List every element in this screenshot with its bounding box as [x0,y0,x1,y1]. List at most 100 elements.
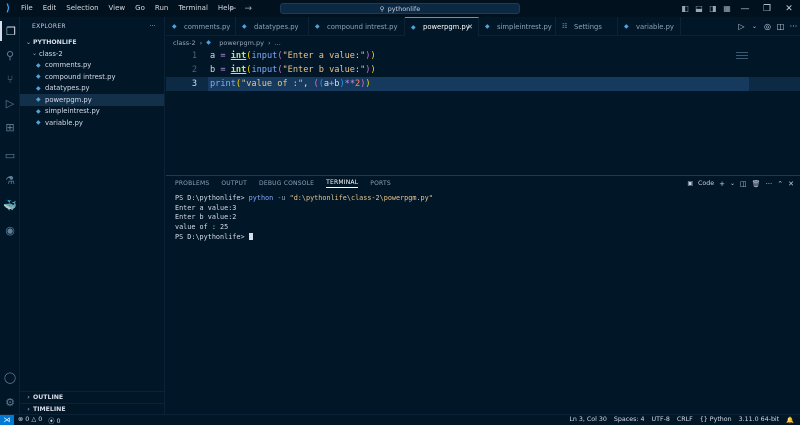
maximize-panel-icon[interactable]: ⌃ [777,180,783,188]
editor-tab-bar: ◆ comments.py ◆ datatypes.py ◆ compound … [166,17,800,36]
tab-debug-console[interactable]: DEBUG CONSOLE [259,180,314,187]
terminal-line: Enter a value:3 [175,203,237,212]
terminal-line: value of : 25 [175,223,229,232]
close-window-button[interactable]: ✕ [778,4,800,14]
breadcrumb-file[interactable]: powerpgm.py [219,39,264,47]
line-number: 2 [191,65,197,75]
chevron-right-icon: › [267,38,271,47]
split-terminal-icon[interactable]: ◫ [740,180,747,188]
customize-layout-icon[interactable]: ▦ [720,4,734,13]
more-actions-icon[interactable]: ··· [787,22,800,31]
file-item-selected[interactable]: ◆ powerpgm.py [20,94,164,106]
tab-label: datatypes.py [254,22,299,31]
explorer-icon[interactable]: ❐ [0,21,20,41]
menu-terminal[interactable]: Terminal [173,0,213,17]
menu-selection[interactable]: Selection [61,0,103,17]
run-dropdown-chevron-icon[interactable]: ⌄ [748,23,761,30]
maximize-button[interactable]: ❐ [756,4,778,14]
python-interpreter[interactable]: 3.11.0 64-bit [739,416,780,424]
trash-icon[interactable]: 🗑 [752,180,761,188]
close-panel-icon[interactable]: ✕ [788,180,794,188]
copilot-icon[interactable]: ◎ [761,22,774,31]
more-actions-icon[interactable]: ··· [149,23,156,30]
cursor-position[interactable]: Ln 3, Col 30 [569,416,607,424]
menu-edit[interactable]: Edit [38,0,62,17]
window-controls: ◧ ⬓ ◨ ▦ — ❐ ✕ [678,0,800,17]
python-file-icon: ◆ [315,23,320,30]
breadcrumb-folder[interactable]: class-2 [173,39,196,47]
python-file-icon: ◆ [172,23,177,30]
close-tab-icon[interactable]: ✕ [467,23,473,31]
extensions-icon[interactable]: ⊞ [0,117,20,137]
remote-explorer-icon[interactable]: ▭ [0,145,20,165]
terminal-line: Enter b value:2 [175,213,237,222]
testing-icon[interactable]: ⚗ [0,170,20,190]
tab-label: compound intrest.py [327,22,398,31]
command-center-search[interactable]: ⚲ pythonlife [280,3,520,14]
bottom-panel: PROBLEMS OUTPUT DEBUG CONSOLE TERMINAL P… [166,175,800,414]
nav-arrows: ← → [229,0,252,17]
tab-simpleintrest[interactable]: ◆ simpleintrest.py [479,17,556,36]
menu-view[interactable]: View [104,0,131,17]
ports-status[interactable]: ⦿ 0 [48,416,60,425]
explorer-sidebar: EXPLORER ··· ⌄ PYTHONLIFE ⌄ class-2 ◆ co… [20,17,165,414]
source-control-icon[interactable]: ⑂ [0,69,20,89]
new-terminal-icon[interactable]: + [719,180,725,188]
menu-run[interactable]: Run [150,0,173,17]
end-of-line[interactable]: CRLF [677,416,693,424]
code-editor[interactable]: 1 a = int(input("Enter a value:")) 2 b =… [166,48,800,175]
terminal-cursor [248,233,253,241]
breadcrumb: class-2 › ◆ powerpgm.py › ... [173,37,281,48]
timeline-view-icon[interactable]: ◉ [0,220,20,240]
language-mode[interactable]: {} Python [700,416,732,424]
minimize-button[interactable]: — [734,4,756,14]
tab-variable[interactable]: ◆ variable.py [618,17,681,36]
tab-comments[interactable]: ◆ comments.py [166,17,236,36]
menu-go[interactable]: Go [130,0,150,17]
notifications-bell-icon[interactable]: 🔔 [786,416,794,424]
file-item[interactable]: ◆ compound intrest.py [20,71,164,83]
terminal-output[interactable]: PS D:\pythonlife> python -u "d:\pythonli… [175,194,433,242]
breadcrumb-symbol[interactable]: ... [275,39,281,47]
file-item[interactable]: ◆ comments.py [20,60,164,72]
chevron-right-icon: › [27,405,30,413]
timeline-section[interactable]: › TIMELINE [20,403,165,414]
file-item[interactable]: ◆ datatypes.py [20,83,164,95]
run-debug-icon[interactable]: ▷ [0,93,20,113]
file-item[interactable]: ◆ simpleintrest.py [20,106,164,118]
workspace-section[interactable]: ⌄ PYTHONLIFE [20,36,164,48]
run-python-file-icon[interactable]: ▷ [735,22,748,31]
shell-label[interactable]: Code [698,180,714,187]
tab-problems[interactable]: PROBLEMS [175,180,209,187]
manage-gear-icon[interactable]: ⚙ [0,392,20,412]
toggle-secondary-sidebar-icon[interactable]: ◨ [706,4,720,13]
folder-class-2[interactable]: ⌄ class-2 [20,48,164,60]
toggle-panel-icon[interactable]: ⬓ [692,4,706,13]
tab-settings[interactable]: ☷ Settings [556,17,618,36]
outline-section[interactable]: › OUTLINE [20,391,165,402]
tab-ports[interactable]: PORTS [370,180,391,187]
encoding[interactable]: UTF-8 [652,416,670,424]
forward-arrow-icon[interactable]: → [245,4,253,14]
toggle-primary-sidebar-icon[interactable]: ◧ [678,4,692,13]
problems-status[interactable]: ⊗ 0 △ 0 [18,416,42,425]
file-label: datatypes.py [45,84,90,93]
more-actions-icon[interactable]: ··· [766,180,773,188]
remote-indicator-icon[interactable]: ⋊ [0,414,14,425]
tab-output[interactable]: OUTPUT [221,180,247,187]
chevron-down-icon: ⌄ [31,50,38,58]
search-icon[interactable]: ⚲ [0,45,20,65]
code-line: 1 a = int(input("Enter a value:")) [166,49,800,63]
tab-terminal[interactable]: TERMINAL [326,179,359,188]
tab-compound-intrest[interactable]: ◆ compound intrest.py [309,17,405,36]
back-arrow-icon[interactable]: ← [229,4,237,14]
file-item[interactable]: ◆ variable.py [20,117,164,129]
split-editor-icon[interactable]: ◫ [774,22,787,31]
menu-file[interactable]: File [16,0,38,17]
indentation[interactable]: Spaces: 4 [614,416,645,424]
tab-datatypes[interactable]: ◆ datatypes.py [236,17,309,36]
account-icon[interactable]: ◯ [0,367,20,387]
docker-icon[interactable]: 🐳 [0,195,20,215]
chevron-down-icon[interactable]: ⌄ [730,180,735,187]
tab-powerpgm[interactable]: ◆ powerpgm.py ✕ [405,17,479,36]
